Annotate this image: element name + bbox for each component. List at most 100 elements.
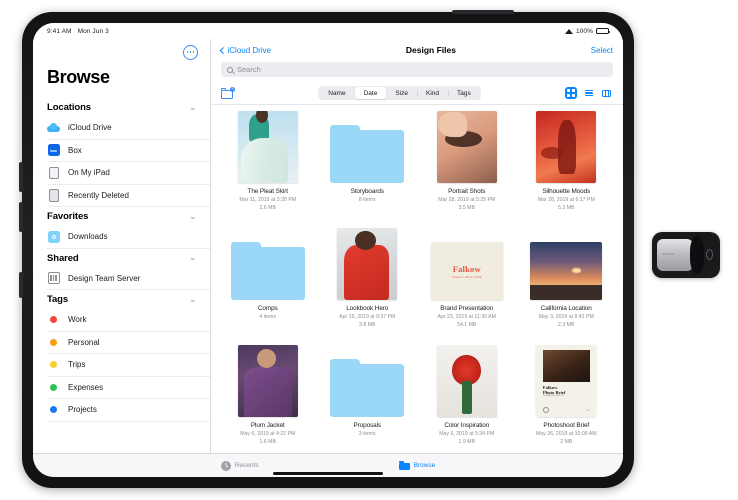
volume-down-button[interactable] (19, 202, 23, 232)
page-title: Browse (47, 67, 110, 87)
ipad-device: 9:41 AM Mon Jun 3 100% Browse Locations … (19, 10, 634, 488)
sidebar-item-label: Trips (68, 360, 86, 370)
file-item[interactable]: Comps 4 items (223, 228, 313, 345)
file-thumbnail (536, 111, 597, 183)
tab-recents[interactable]: Recents (220, 460, 259, 471)
sort-option-kind[interactable]: Kind (416, 87, 448, 99)
keynote-subtitle: Autumn / Winter 2019 (452, 275, 482, 279)
chevron-down-icon[interactable]: ⌄ (189, 295, 196, 304)
column-view-icon[interactable] (601, 87, 613, 99)
file-thumbnail (436, 111, 497, 183)
sidebar-item-work[interactable]: Work (47, 309, 210, 332)
sidebar-item-box[interactable]: box Box (47, 140, 210, 162)
sort-segmented-control[interactable]: Name Date Size Kind Tags (318, 86, 481, 100)
sort-option-date[interactable]: Date (354, 87, 387, 99)
thumbnail-artwork (530, 242, 603, 300)
sidebar-item-label: Recently Deleted (68, 190, 129, 200)
file-name: Plum Jacket (250, 422, 285, 429)
file-item[interactable]: The Pleat Skirt Mar 11, 2019 at 3:28 PM 2.… (223, 111, 313, 228)
file-item[interactable]: Lookbook Hero Apr 19, 2019 at 9:37 PM 3.8 … (323, 228, 413, 345)
document-seal (542, 406, 549, 413)
sidebar-section-title: Tags (47, 294, 69, 305)
file-thumbnail: Falkow Photo Brief LOOKBOOK F/W '19 001 (536, 345, 597, 417)
file-size: 1.9 MB (458, 438, 475, 445)
file-item[interactable]: Falkow Autumn / Winter 2019 Brand Presenta… (422, 228, 512, 345)
nav-title: Design Files (405, 45, 456, 55)
sidebar-item-recently-deleted[interactable]: Recently Deleted (47, 185, 210, 207)
sidebar-item-label: Projects (68, 405, 97, 415)
file-item[interactable]: Storyboards 8 items (323, 111, 413, 228)
file-size: 3.8 MB (359, 321, 376, 328)
select-button[interactable]: Select (591, 46, 613, 55)
file-thumbnail (330, 345, 405, 417)
sidebar-item-on-my-ipad[interactable]: On My iPad (47, 162, 210, 185)
chevron-down-icon[interactable]: ⌄ (189, 212, 196, 221)
sidebar-item-trips[interactable]: Trips (47, 354, 210, 377)
grid-view-icon[interactable] (564, 87, 577, 99)
usb-connector: SanDisk (657, 239, 693, 271)
list-view-icon[interactable] (583, 87, 595, 99)
view-mode-toggles (564, 87, 613, 99)
split-view: Browse Locations ⌄ iCloud Drive box Box On My… (33, 39, 623, 453)
tab-browse[interactable]: Browse (398, 461, 435, 470)
new-folder-icon[interactable]: + (221, 86, 235, 99)
file-item[interactable]: Color Inspiration May 6, 2019 at 5:34 PM 1… (422, 345, 512, 453)
file-item[interactable]: Portrait Shots Mar 28, 2019 at 5:25 PM 3.5… (422, 111, 512, 228)
file-size: 2 MB (560, 438, 573, 445)
document-photo (542, 350, 590, 382)
volume-up-button[interactable] (19, 162, 23, 192)
screenshot-scene: 9:41 AM Mon Jun 3 100% Browse Locations … (0, 0, 738, 500)
sidebar-item-design-team-server[interactable]: Design Team Server (47, 268, 210, 290)
sidebar-item-expenses[interactable]: Expenses (47, 377, 210, 399)
home-indicator[interactable] (273, 472, 383, 475)
sort-option-tags[interactable]: Tags (448, 87, 480, 99)
file-meta: Proposals 3 items (353, 422, 381, 438)
file-meta: Silhouette Moods Mar 28, 2019 at 6:17 PM 5… (538, 188, 595, 211)
chevron-left-icon (220, 46, 227, 54)
sidebar-section-header[interactable]: Shared ⌄ (33, 249, 210, 268)
file-meta: Brand Presentation Apr 23, 2019 at 11:30 … (438, 305, 496, 328)
sidebar-section-header[interactable]: Locations ⌄ (33, 98, 210, 117)
sort-option-size[interactable]: Size (386, 87, 417, 99)
file-date: May 26, 2019 at 10:08 AM (535, 431, 597, 437)
file-thumbnail: Falkow Autumn / Winter 2019 (430, 228, 503, 300)
toolbar: + Name Date Size Kind Tags (211, 82, 623, 104)
file-meta: Lookbook Hero Apr 19, 2019 at 9:37 PM 3.8 … (339, 305, 395, 328)
tag-dot-icon (47, 336, 60, 349)
sidebar-item-downloads[interactable]: Downloads (47, 226, 210, 249)
file-item[interactable]: Falkow Photo Brief LOOKBOOK F/W '19 001 Phot… (522, 345, 612, 453)
usb-brand-label: SanDisk (662, 252, 675, 256)
thumbnail-image (237, 111, 298, 183)
file-name: The Pleat Skirt (247, 188, 289, 195)
sidebar-section-header[interactable]: Favorites ⌄ (33, 207, 210, 226)
search-input[interactable]: Search (221, 62, 613, 77)
file-item[interactable]: Proposals 3 items (323, 345, 413, 453)
file-date: May 6, 2019 at 5:34 PM (439, 431, 495, 437)
file-date: Mar 28, 2019 at 5:25 PM (438, 197, 496, 203)
sidebar-section-title: Shared (47, 252, 79, 264)
sort-option-name[interactable]: Name (319, 87, 354, 99)
thumbnail-image (530, 242, 603, 300)
file-name: Storyboards (350, 188, 384, 195)
side-button[interactable] (19, 272, 23, 298)
file-meta: Portrait Shots Mar 28, 2019 at 5:25 PM 3.5… (438, 188, 495, 211)
sidebar-item-projects[interactable]: Projects (47, 399, 210, 422)
file-item[interactable]: California Location May 3, 2019 at 8:42 P… (522, 228, 612, 345)
sidebar-item-icloud-drive[interactable]: iCloud Drive (47, 117, 210, 140)
file-meta: Comps 4 items (258, 305, 278, 321)
power-button[interactable] (452, 10, 514, 14)
sidebar-item-personal[interactable]: Personal (47, 332, 210, 354)
trash-ipad-icon (47, 189, 60, 202)
file-item[interactable]: Silhouette Moods Mar 28, 2019 at 6:17 PM 5… (522, 111, 612, 228)
file-meta: Photoshoot Brief May 26, 2019 at 10:08 AM… (536, 422, 597, 445)
ellipsis-circle-icon[interactable] (183, 44, 198, 60)
file-name: Brand Presentation (440, 305, 494, 312)
sidebar-section-header[interactable]: Tags ⌄ (33, 290, 210, 309)
back-button[interactable]: iCloud Drive (220, 46, 271, 55)
chevron-down-icon[interactable]: ⌄ (189, 254, 196, 262)
file-item[interactable]: Plum Jacket May 6, 2019 at 4:22 PM 1.6 MB (223, 345, 313, 453)
chevron-down-icon[interactable]: ⌄ (189, 103, 196, 112)
file-thumbnail (337, 228, 398, 300)
file-thumbnail (237, 345, 298, 417)
file-date: Apr 23, 2019 at 11:30 AM (437, 314, 496, 320)
